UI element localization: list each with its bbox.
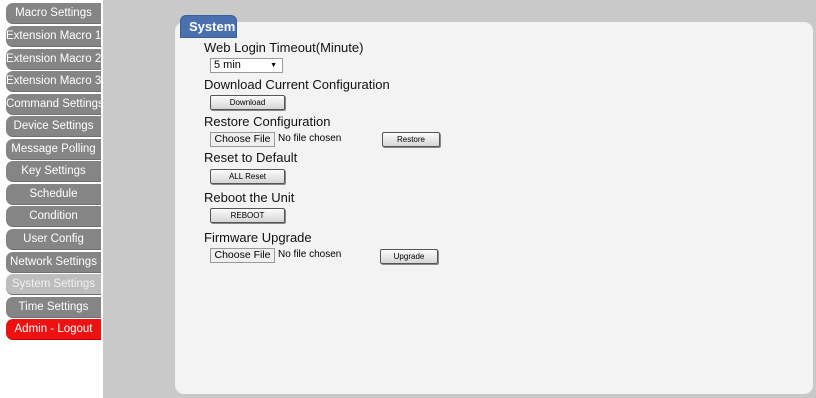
sidebar-item-system-settings[interactable]: System Settings <box>6 274 101 295</box>
sidebar-item-admin-logout[interactable]: Admin - Logout <box>6 319 101 340</box>
sidebar-item-message-polling[interactable]: Message Polling <box>6 139 101 160</box>
sidebar-item-schedule[interactable]: Schedule <box>6 184 101 205</box>
sidebar-item-macro-settings[interactable]: Macro Settings <box>6 3 101 24</box>
upgrade-button[interactable]: Upgrade <box>380 249 438 264</box>
firmware-upgrade-label: Firmware Upgrade <box>204 230 312 245</box>
restore-config-label: Restore Configuration <box>204 114 331 129</box>
reboot-button[interactable]: REBOOT <box>210 208 285 223</box>
chevron-down-icon: ▼ <box>270 62 277 69</box>
web-login-timeout-label: Web Login Timeout(Minute) <box>204 40 364 55</box>
sidebar-nav: Macro Settings Extension Macro 1 Extensi… <box>0 0 103 398</box>
download-config-label: Download Current Configuration <box>204 77 390 92</box>
panel-title-tab: System <box>180 15 237 38</box>
sidebar-item-condition[interactable]: Condition <box>6 206 101 227</box>
sidebar-item-network-settings[interactable]: Network Settings <box>6 252 101 273</box>
web-login-timeout-select[interactable]: 5 min ▼ <box>210 58 283 73</box>
restore-button[interactable]: Restore <box>382 132 440 147</box>
all-reset-button[interactable]: ALL Reset <box>210 169 285 184</box>
sidebar-item-extension-macro-3[interactable]: Extension Macro 3 <box>6 71 101 92</box>
restore-choose-file-button[interactable]: Choose File <box>210 132 275 147</box>
firmware-file-status: No file chosen <box>278 249 342 260</box>
sidebar-item-user-config[interactable]: User Config <box>6 229 101 250</box>
sidebar-item-key-settings[interactable]: Key Settings <box>6 161 101 182</box>
sidebar-item-time-settings[interactable]: Time Settings <box>6 297 101 318</box>
sidebar-item-device-settings[interactable]: Device Settings <box>6 116 101 137</box>
web-login-timeout-value: 5 min <box>214 59 241 71</box>
sidebar-item-extension-macro-1[interactable]: Extension Macro 1 <box>6 26 101 47</box>
sidebar-item-command-settings[interactable]: Command Settings <box>6 94 101 115</box>
sidebar-item-extension-macro-2[interactable]: Extension Macro 2 <box>6 49 101 70</box>
firmware-choose-file-button[interactable]: Choose File <box>210 248 275 263</box>
download-button[interactable]: Download <box>210 95 285 110</box>
restore-file-status: No file chosen <box>278 133 342 144</box>
reset-default-label: Reset to Default <box>204 150 298 165</box>
reboot-label: Reboot the Unit <box>204 190 295 205</box>
